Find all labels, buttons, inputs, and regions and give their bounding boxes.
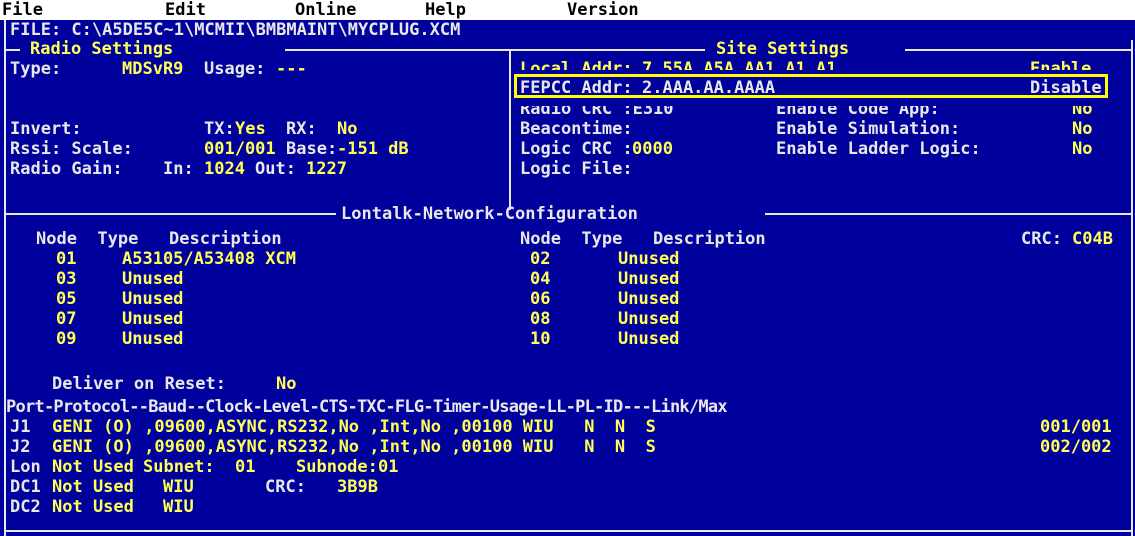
divider (905, 49, 1131, 51)
gain-in-value: 1024 (204, 159, 245, 179)
menu-help[interactable]: Help (425, 1, 466, 19)
node-number: 03 (56, 269, 77, 289)
tx-value: Yes (235, 119, 266, 139)
node-number: 06 (530, 289, 551, 309)
gain-in-label: In: (163, 159, 194, 179)
node-number: 09 (56, 329, 77, 349)
radio-crc: Radio CRC :E310 (520, 99, 674, 119)
divider (6, 49, 20, 51)
section-divider (509, 50, 511, 210)
menu-file[interactable]: File (2, 1, 43, 19)
node-number: 08 (530, 309, 551, 329)
node-description: Unused (122, 309, 184, 329)
enable-code-app-label: Enable Code App: (776, 99, 940, 119)
node-number: 07 (56, 309, 77, 329)
type-label: Type: (10, 59, 62, 79)
divider (285, 49, 705, 51)
lontalk-crc-label: CRC: (1021, 229, 1062, 249)
deliver-on-reset-label: Deliver on Reset: (52, 374, 226, 394)
file-path: FILE: C:\A5DE5C~1\MCMII\BMBMAINT\MYCPLUG… (10, 20, 461, 40)
site-settings-title: Site Settings (716, 39, 850, 59)
port-name: J2 (10, 437, 31, 457)
menu-online[interactable]: Online (295, 1, 356, 19)
node-description: Unused (618, 249, 680, 269)
logic-crc-value: 0000 (632, 139, 673, 159)
node-number: 04 (530, 269, 551, 289)
gain-out-label: Out: (255, 159, 296, 179)
node-description: Unused (122, 269, 184, 289)
tx-label: TX: (204, 119, 235, 139)
bottom-border (6, 530, 1131, 532)
usage-value: --- (276, 59, 307, 79)
gain-out-value: 1227 (306, 159, 347, 179)
port-table-header: Port-Protocol--Baud--Clock-Level-CTS-TXC… (6, 397, 728, 417)
rx-label: RX: (286, 119, 317, 139)
subnet-value: 01 (235, 457, 256, 477)
node-description: A53105/A53408 XCM (122, 249, 296, 269)
fepcc-selection-box (514, 74, 1108, 98)
port-link-max: 002/002 (1040, 437, 1112, 457)
base-label: Base: (286, 139, 338, 159)
menu-edit[interactable]: Edit (165, 1, 206, 19)
base-value: -151 dB (337, 139, 409, 159)
usage-label: Usage: (204, 59, 266, 79)
menu-version[interactable]: Version (567, 1, 639, 19)
port-status: Not Used (52, 477, 134, 497)
node-number: 01 (56, 249, 77, 269)
divider (6, 213, 336, 215)
node-description: Unused (122, 289, 184, 309)
subnode-value: 01 (378, 457, 399, 477)
lontalk-title: Lontalk-Network-Configuration (341, 204, 638, 224)
node-description: Unused (618, 289, 680, 309)
scale-value: 001/001 (204, 139, 276, 159)
node-description: Unused (618, 269, 680, 289)
port-usage: WIU (163, 497, 194, 517)
type-value: MDSvR9 (122, 59, 184, 79)
dc1-crc-label: CRC: (265, 477, 306, 497)
logic-file-label: Logic File: (520, 159, 633, 179)
port-link-max: 001/001 (1040, 417, 1112, 437)
right-border (1131, 40, 1133, 536)
enable-simulation-value: No (1072, 119, 1093, 139)
port-config: GENI (O) ,09600,ASYNC,RS232,No ,Int,No ,… (52, 437, 656, 457)
beacontime-label: Beacontime: (520, 119, 633, 139)
deliver-on-reset-value: No (276, 374, 297, 394)
node-description: Unused (618, 329, 680, 349)
port-usage: WIU (163, 477, 194, 497)
dc1-crc-value: 3B9B (337, 477, 378, 497)
node-description: Unused (618, 309, 680, 329)
enable-ladder-logic-label: Enable Ladder Logic: (776, 139, 981, 159)
lontalk-crc-value: C04B (1072, 229, 1113, 249)
logic-crc-label: Logic CRC : (520, 139, 633, 159)
enable-ladder-logic-value: No (1072, 139, 1093, 159)
radio-settings-title: Radio Settings (30, 39, 174, 59)
enable-simulation-label: Enable Simulation: (776, 119, 961, 139)
terminal-screen: FILE: C:\A5DE5C~1\MCMII\BMBMAINT\MYCPLUG… (0, 20, 1135, 536)
divider (765, 213, 1131, 215)
node-number: 10 (530, 329, 551, 349)
lontalk-header-right: Node Type Description (520, 229, 766, 249)
port-status: Not Used (52, 497, 134, 517)
left-border (4, 20, 6, 536)
port-name: DC2 (10, 497, 41, 517)
port-config: GENI (O) ,09600,ASYNC,RS232,No ,Int,No ,… (52, 417, 656, 437)
port-name: Lon (10, 457, 41, 477)
subnet-label: Subnet: (143, 457, 215, 477)
invert-label: Invert: (10, 119, 82, 139)
rx-value: No (337, 119, 358, 139)
radio-gain-label: Radio Gain: (10, 159, 123, 179)
node-number: 05 (56, 289, 77, 309)
subnode-label: Subnode: (296, 457, 378, 477)
port-status: Not Used (52, 457, 134, 477)
menu-bar: File Edit Online Help Version (0, 0, 1135, 20)
port-name: J1 (10, 417, 31, 437)
enable-code-app-value: No (1072, 99, 1093, 119)
node-description: Unused (122, 329, 184, 349)
rssi-label: Rssi: Scale: (10, 139, 133, 159)
port-name: DC1 (10, 477, 41, 497)
node-number: 02 (530, 249, 551, 269)
lontalk-header-left: Node Type Description (36, 229, 282, 249)
